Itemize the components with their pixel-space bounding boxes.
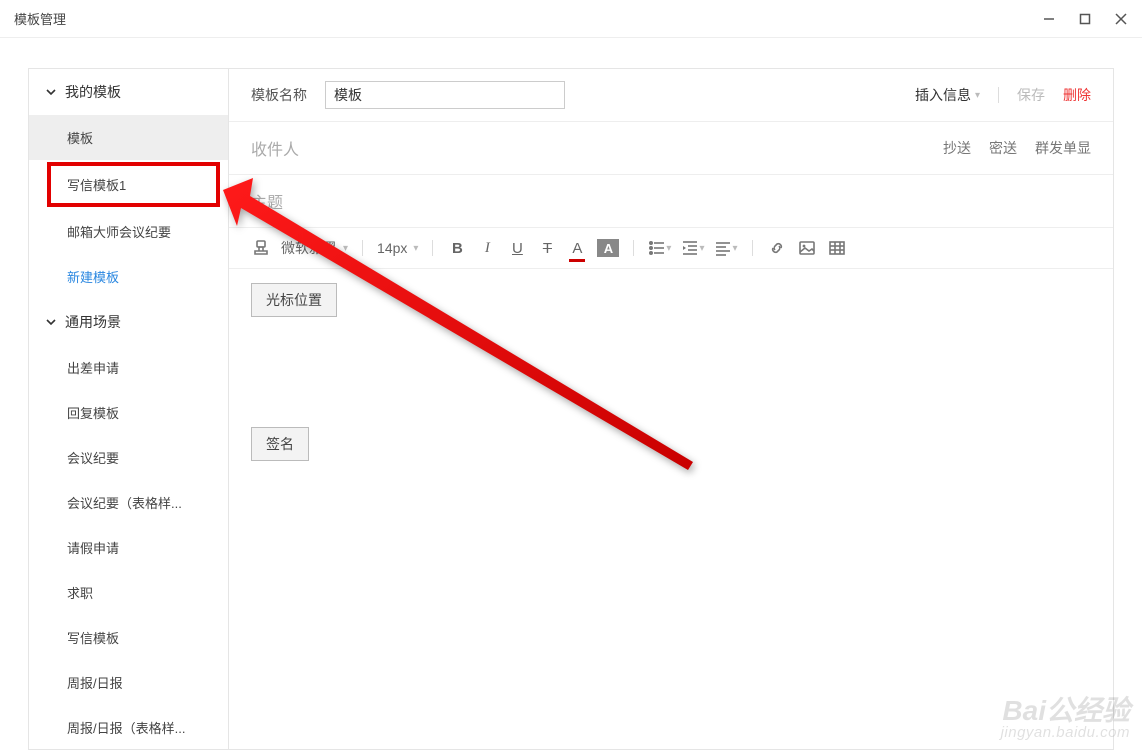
chevron-down-icon: ▾ [699, 243, 704, 254]
insert-info-button[interactable]: 插入信息 ▾ [915, 85, 980, 105]
sidebar-item-leave-request[interactable]: 请假申请 [29, 525, 228, 570]
cc-link[interactable]: 抄送 [943, 138, 971, 158]
group-label: 通用场景 [65, 312, 121, 332]
sidebar-item-letter-template[interactable]: 写信模板 [29, 615, 228, 660]
editor-pane: 模板名称 插入信息 ▾ 保存 删除 收件人 抄送 密送 群发单显 主题 [228, 68, 1114, 750]
editor-toolbar: 微软雅黑▾ 14px▾ B I U T A A ▾ ▾ [229, 228, 1113, 269]
template-name-row: 模板名称 插入信息 ▾ 保存 删除 [229, 69, 1113, 122]
save-button[interactable]: 保存 [1017, 85, 1045, 105]
group-my-templates[interactable]: 我的模板 [29, 69, 228, 115]
link-icon[interactable] [767, 236, 787, 260]
name-label: 模板名称 [251, 85, 307, 105]
signature-button[interactable]: 签名 [251, 427, 309, 461]
editor-body[interactable]: 光标位置 签名 [229, 269, 1113, 749]
new-template-link[interactable]: 新建模板 [29, 254, 228, 299]
window-title: 模板管理 [14, 9, 66, 28]
list-button[interactable]: ▾ [648, 236, 671, 260]
underline-button[interactable]: U [507, 236, 527, 260]
text-color-button[interactable]: A [567, 236, 587, 260]
subject-row[interactable]: 主题 [229, 175, 1113, 228]
font-size-select[interactable]: 14px▾ [377, 240, 418, 256]
group-label: 我的模板 [65, 82, 121, 102]
recipient-label: 收件人 [251, 136, 299, 160]
chevron-down-icon [45, 316, 57, 328]
titlebar: 模板管理 [0, 0, 1142, 38]
table-icon[interactable] [827, 236, 847, 260]
cursor-position-button[interactable]: 光标位置 [251, 283, 337, 317]
indent-button[interactable]: ▾ [681, 236, 704, 260]
font-family-select[interactable]: 微软雅黑▾ [281, 238, 348, 258]
italic-button[interactable]: I [477, 236, 497, 260]
bg-color-button[interactable]: A [597, 236, 619, 260]
sidebar-item-weekly-report[interactable]: 周报/日报 [29, 660, 228, 705]
bold-button[interactable]: B [447, 236, 467, 260]
sidebar-item-meeting-notes[interactable]: 邮箱大师会议纪要 [29, 209, 228, 254]
sidebar-item-travel-request[interactable]: 出差申请 [29, 345, 228, 390]
sidebar-item-meeting-minutes[interactable]: 会议纪要 [29, 435, 228, 480]
minimize-button[interactable] [1042, 12, 1056, 26]
subject-label: 主题 [251, 189, 283, 213]
close-button[interactable] [1114, 12, 1128, 26]
sidebar-item-template[interactable]: 模板 [29, 115, 228, 160]
sidebar-item-weekly-report-table[interactable]: 周报/日报（表格样... [29, 705, 228, 750]
image-icon[interactable] [797, 236, 817, 260]
delete-button[interactable]: 删除 [1063, 85, 1091, 105]
divider [998, 87, 999, 103]
recipient-row[interactable]: 收件人 抄送 密送 群发单显 [229, 122, 1113, 175]
group-common-scenarios[interactable]: 通用场景 [29, 299, 228, 345]
chevron-down-icon [45, 86, 57, 98]
template-sidebar: 我的模板 模板 写信模板1 邮箱大师会议纪要 新建模板 通用场景 出差申请 回复… [28, 68, 228, 750]
watermark: Bai公经验 jingyan.baidu.com [1001, 697, 1130, 740]
stamp-icon[interactable] [251, 236, 271, 260]
sidebar-item-job-seeking[interactable]: 求职 [29, 570, 228, 615]
bcc-link[interactable]: 密送 [989, 138, 1017, 158]
strikethrough-button[interactable]: T [537, 236, 557, 260]
sidebar-item-letter-template-1[interactable]: 写信模板1 [47, 162, 220, 207]
chevron-down-icon: ▾ [732, 243, 737, 254]
maximize-button[interactable] [1078, 12, 1092, 26]
chevron-down-icon: ▾ [666, 243, 671, 254]
chevron-down-icon: ▾ [975, 90, 980, 101]
sidebar-item-reply-template[interactable]: 回复模板 [29, 390, 228, 435]
mass-send-link[interactable]: 群发单显 [1035, 138, 1091, 158]
align-button[interactable]: ▾ [714, 236, 737, 260]
sidebar-item-meeting-minutes-table[interactable]: 会议纪要（表格样... [29, 480, 228, 525]
window-controls [1042, 12, 1128, 26]
chevron-down-icon: ▾ [413, 243, 418, 254]
chevron-down-icon: ▾ [343, 243, 348, 254]
template-name-input[interactable] [325, 81, 565, 109]
